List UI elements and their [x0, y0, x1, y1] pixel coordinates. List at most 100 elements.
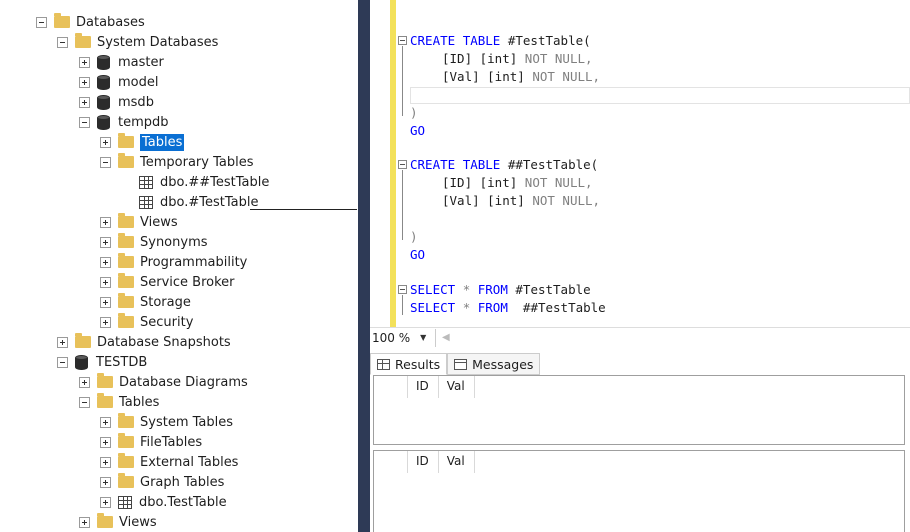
query-editor[interactable]: CREATE TABLE #TestTable( [ID] [int] NOT … — [370, 0, 910, 327]
collapse-icon[interactable] — [57, 36, 68, 48]
zoom-select[interactable]: 100 % ▼ — [370, 328, 436, 347]
expand-icon[interactable] — [100, 216, 111, 228]
tree-node-programmability[interactable]: Programmability — [100, 252, 247, 272]
tree-node-database-diagrams[interactable]: Database Diagrams — [79, 372, 248, 392]
tree-node-test-table[interactable]: dbo.TestTable — [100, 492, 227, 512]
collapse-icon[interactable] — [36, 16, 47, 28]
grid-header: ID Val — [374, 451, 475, 473]
tree-node-security[interactable]: Security — [100, 312, 193, 332]
tree-node-testdb[interactable]: TESTDB — [57, 352, 147, 372]
tree-node-synonyms[interactable]: Synonyms — [100, 232, 208, 252]
tree-node-global-temp-table[interactable]: dbo.##TestTable — [139, 172, 269, 192]
tree-label: System Databases — [97, 34, 219, 50]
code-line: [Val] [int] NOT NULL, — [442, 193, 601, 208]
expand-icon[interactable] — [100, 316, 111, 328]
code-line: GO — [410, 123, 426, 138]
database-icon — [97, 114, 110, 130]
expand-icon[interactable] — [100, 276, 111, 288]
tree-label: System Tables — [140, 414, 233, 430]
tree-node-local-temp-table[interactable]: dbo.#TestTable — [139, 192, 258, 212]
collapse-icon[interactable] — [57, 356, 68, 368]
tree-node-system-databases[interactable]: System Databases — [57, 32, 218, 52]
tab-messages[interactable]: Messages — [447, 353, 541, 375]
tree-label: Graph Tables — [140, 474, 225, 490]
tree-node-system-tables[interactable]: System Tables — [100, 412, 233, 432]
tree-label: dbo.TestTable — [139, 494, 227, 510]
folder-icon — [118, 313, 134, 328]
expand-icon[interactable] — [100, 456, 111, 468]
folder-icon — [97, 373, 113, 388]
fold-toggle-icon[interactable] — [398, 36, 407, 45]
column-header[interactable]: ID — [408, 451, 439, 473]
tree-label: Service Broker — [140, 274, 235, 290]
expand-icon[interactable] — [79, 96, 90, 108]
dropdown-arrow-icon: ▼ — [420, 333, 427, 342]
results-pane: Results Messages ID Val ID Val — [370, 347, 910, 532]
expand-icon[interactable] — [100, 476, 111, 488]
tree-label: Views — [119, 514, 157, 530]
expand-icon[interactable] — [100, 236, 111, 248]
change-margin — [390, 0, 396, 327]
code-line: CREATE TABLE #TestTable( — [410, 33, 591, 48]
pane-splitter[interactable] — [358, 0, 370, 532]
expand-icon[interactable] — [79, 76, 90, 88]
tree-node-storage[interactable]: Storage — [100, 292, 191, 312]
tree-node-testdb-tables[interactable]: Tables — [79, 392, 159, 412]
folder-icon — [118, 473, 134, 488]
collapse-icon[interactable] — [100, 156, 111, 168]
collapse-icon[interactable] — [79, 116, 90, 128]
tree-node-views[interactable]: Views — [100, 212, 178, 232]
tree-node-tempdb-tables[interactable]: Tables — [100, 132, 185, 152]
results-grid-2[interactable]: ID Val — [373, 450, 905, 532]
tree-node-file-tables[interactable]: FileTables — [100, 432, 202, 452]
expand-icon[interactable] — [100, 256, 111, 268]
expand-icon[interactable] — [57, 336, 68, 348]
tree-label: Database Diagrams — [119, 374, 248, 390]
fold-toggle-icon[interactable] — [398, 285, 407, 294]
expand-icon[interactable] — [79, 56, 90, 68]
object-explorer: Databases System Databases master model … — [0, 0, 358, 532]
collapse-icon[interactable] — [79, 396, 90, 408]
folder-icon — [118, 253, 134, 268]
tree-label: Synonyms — [140, 234, 208, 250]
tree-node-service-broker[interactable]: Service Broker — [100, 272, 235, 292]
tree-node-views-testdb[interactable]: Views — [79, 512, 157, 532]
folder-icon — [118, 153, 134, 168]
scroll-left-arrow-icon[interactable]: ◀ — [442, 332, 450, 343]
current-line-highlight — [410, 87, 910, 104]
tree-node-master[interactable]: master — [79, 52, 164, 72]
folder-icon — [118, 453, 134, 468]
tree-node-databases[interactable]: Databases — [36, 12, 145, 32]
column-header[interactable]: Val — [439, 376, 475, 398]
row-number-header — [374, 376, 408, 398]
tree-node-temporary-tables[interactable]: Temporary Tables — [100, 152, 253, 172]
expand-icon[interactable] — [100, 136, 111, 148]
tree-label: model — [118, 74, 159, 90]
expand-icon[interactable] — [100, 436, 111, 448]
tree-label: dbo.#TestTable — [160, 194, 259, 210]
folder-icon — [97, 513, 113, 528]
expand-icon[interactable] — [100, 496, 111, 508]
folder-icon — [118, 133, 134, 148]
column-header[interactable]: ID — [408, 376, 439, 398]
tree-node-external-tables[interactable]: External Tables — [100, 452, 238, 472]
tree-label: TESTDB — [96, 354, 148, 370]
code-line: SELECT * FROM #TestTable — [410, 282, 591, 297]
column-header[interactable]: Val — [439, 451, 475, 473]
expand-icon[interactable] — [100, 296, 111, 308]
tree-label: master — [118, 54, 164, 70]
code-line: ) — [410, 105, 418, 120]
tree-node-msdb[interactable]: msdb — [79, 92, 154, 112]
tree-node-model[interactable]: model — [79, 72, 158, 92]
fold-toggle-icon[interactable] — [398, 160, 407, 169]
results-grid-1[interactable]: ID Val — [373, 375, 905, 445]
tab-results[interactable]: Results — [370, 353, 448, 375]
folder-icon — [75, 33, 91, 48]
tree-node-tempdb[interactable]: tempdb — [79, 112, 169, 132]
tree-node-graph-tables[interactable]: Graph Tables — [100, 472, 224, 492]
expand-icon[interactable] — [79, 516, 90, 528]
expand-icon[interactable] — [79, 376, 90, 388]
row-number-header — [374, 451, 408, 473]
tree-node-database-snapshots[interactable]: Database Snapshots — [57, 332, 231, 352]
expand-icon[interactable] — [100, 416, 111, 428]
